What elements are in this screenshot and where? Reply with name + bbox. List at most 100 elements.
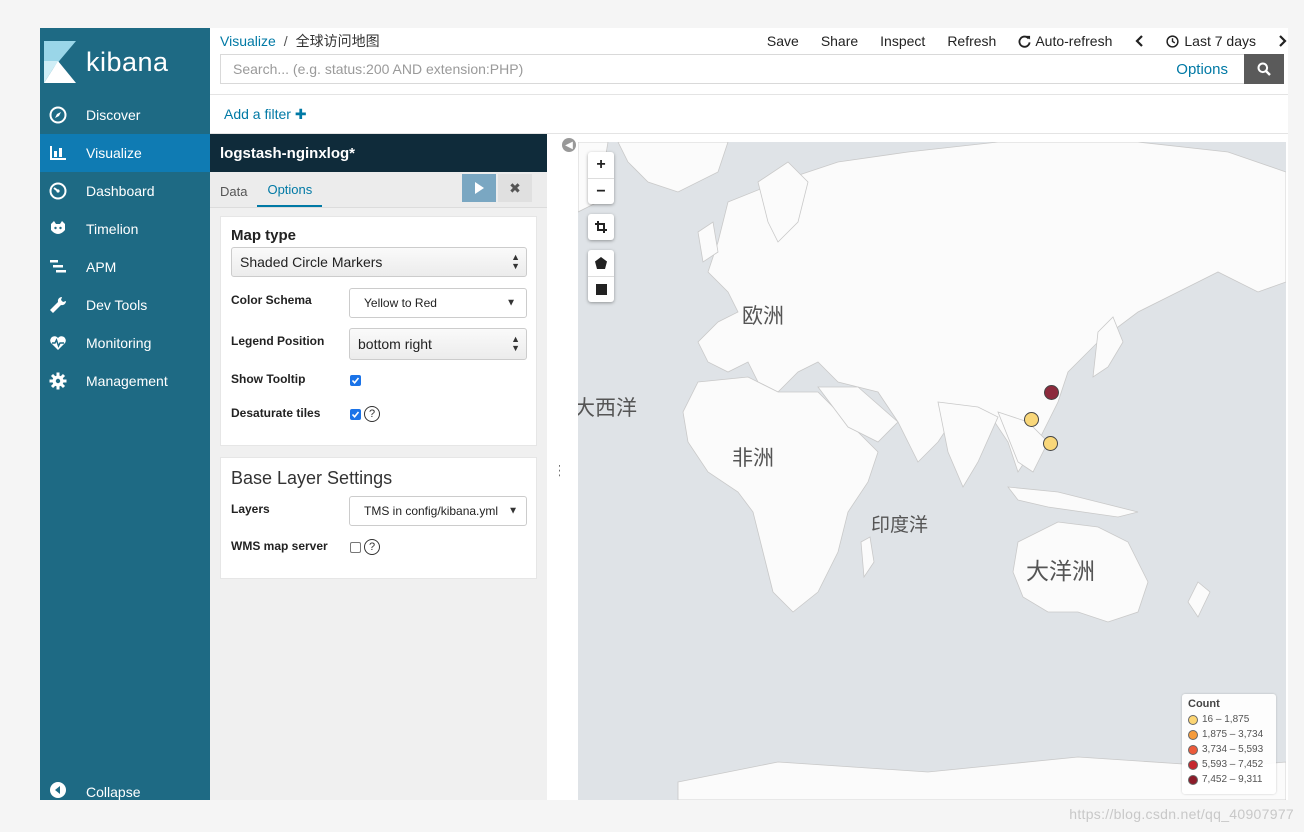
legend-label: 3,734 – 5,593 [1202,744,1264,755]
draw-rectangle-button[interactable] [588,276,614,302]
legend-item: 7,452 – 9,311 [1188,772,1270,787]
map-marker[interactable] [1024,412,1039,427]
color-schema-value: Yellow to Red [364,296,437,310]
map-type-title: Map type [231,227,297,244]
polygon-icon [595,257,607,269]
sidebar-item-label: Visualize [86,145,142,161]
clock-icon [1166,34,1180,48]
legend-item: 5,593 – 7,452 [1188,757,1270,772]
share-button[interactable]: Share [821,33,858,49]
top-actions: Save Share Inspect Refresh Auto-refresh … [745,33,1288,49]
search-options-link[interactable]: Options [1176,61,1228,78]
timelion-icon [48,219,68,239]
layers-select[interactable]: TMS in config/kibana.yml ▼ [349,496,527,526]
legend-label: 1,875 – 3,734 [1202,729,1264,740]
apm-icon [48,257,68,277]
kibana-logo[interactable]: kibana [40,28,210,96]
checkmark-icon [351,377,360,385]
search-button[interactable] [1244,54,1284,84]
legend-swatch [1188,744,1198,755]
sidebar-item-label: Management [86,373,168,389]
world-basemap [578,142,1286,800]
layers-label: Layers [231,502,270,516]
time-next-button[interactable] [1278,35,1288,47]
legend-position-label: Legend Position [231,334,325,348]
tab-data[interactable]: Data [210,184,257,207]
plus-icon: ✚ [294,106,307,122]
desaturate-tiles-checkbox[interactable] [350,409,361,420]
legend-item: 16 – 1,875 [1188,712,1270,727]
fit-data-bounds-button[interactable] [588,214,614,240]
sidebar-item-apm[interactable]: APM [40,248,210,286]
sidebar-item-timelion[interactable]: Timelion [40,210,210,248]
base-layer-panel: Base Layer Settings Layers TMS in config… [220,457,537,579]
help-icon[interactable]: ? [364,539,380,555]
wms-map-server-label: WMS map server [231,539,328,553]
color-schema-select[interactable]: Yellow to Red ▼ [349,288,527,318]
heartbeat-icon [48,333,68,353]
tab-options[interactable]: Options [257,182,323,207]
draw-polygon-button[interactable] [588,250,614,276]
sidebar-item-label: Monitoring [86,335,152,351]
sidebar-item-dashboard[interactable]: Dashboard [40,172,210,210]
discard-changes-button[interactable]: ✖ [498,174,532,202]
sidebar-item-label: Timelion [86,221,139,237]
map-type-value: Shaded Circle Markers [240,254,383,270]
zoom-control: + − [588,152,614,204]
collapse-button[interactable]: Collapse [40,770,210,800]
breadcrumb-visualize[interactable]: Visualize [220,33,276,49]
map-label-oceania: 大洋洲 [1026,559,1095,585]
auto-refresh-button[interactable]: Auto-refresh [1018,33,1112,49]
map-marker[interactable] [1044,385,1059,400]
sidebar-item-visualize[interactable]: Visualize [40,134,210,172]
legend-swatch [1188,759,1198,770]
search-icon [1257,62,1271,76]
wms-map-server-checkbox[interactable] [350,542,361,553]
sidebar: kibana Discover Visualize Dashboard Time… [40,28,210,800]
time-prev-button[interactable] [1134,35,1144,47]
time-picker-button[interactable]: Last 7 days [1166,33,1256,49]
zoom-out-button[interactable]: − [588,178,614,204]
zoom-in-button[interactable]: + [588,152,614,178]
legend-swatch [1188,714,1198,725]
gear-icon [48,371,68,391]
collapse-editor-button[interactable]: ◀ [562,138,576,152]
crop-icon [595,221,607,233]
apply-changes-button[interactable] [462,174,496,202]
wrench-icon [48,295,68,315]
inspect-button[interactable]: Inspect [880,33,925,49]
legend-title: Count [1188,698,1220,710]
time-range-label: Last 7 days [1184,33,1256,49]
add-filter-button[interactable]: Add a filter ✚ [224,106,307,123]
help-icon[interactable]: ? [364,406,380,422]
collapse-label: Collapse [86,784,141,800]
map-marker[interactable] [1043,436,1058,451]
coordinate-map[interactable]: + − 欧洲 大西洋 非洲 印度洋 大洋洲 Count 16 – 1,875 1… [578,142,1286,800]
panel-resize-handle[interactable]: ⋮ [553,463,567,477]
sidebar-item-discover[interactable]: Discover [40,96,210,134]
index-pattern-title: logstash-nginxlog* [210,134,547,172]
map-label-indian-ocean: 印度洋 [871,514,929,536]
sidebar-item-label: Dev Tools [86,297,148,313]
kibana-window: kibana Discover Visualize Dashboard Time… [40,28,1288,800]
collapse-arrow-icon [48,780,68,800]
show-tooltip-checkbox[interactable] [350,375,361,386]
search-input[interactable] [221,55,1177,83]
sidebar-item-label: Discover [86,107,141,123]
editor-tabs: Data Options ✖ [210,172,547,208]
legend-label: 16 – 1,875 [1202,714,1250,725]
sidebar-item-management[interactable]: Management [40,362,210,400]
legend-position-select[interactable]: bottom right ▲ ▼ [349,328,527,360]
breadcrumb-current: 全球访问地图 [295,33,380,49]
desaturate-tiles-label: Desaturate tiles [231,406,321,420]
map-legend: Count 16 – 1,875 1,875 – 3,734 3,734 – 5… [1182,694,1276,794]
map-label-africa: 非洲 [732,446,774,470]
sidebar-item-monitoring[interactable]: Monitoring [40,324,210,362]
fit-bounds-control [588,214,614,240]
save-button[interactable]: Save [767,33,799,49]
draw-control [588,250,614,302]
sidebar-item-dev-tools[interactable]: Dev Tools [40,286,210,324]
map-type-select[interactable]: Shaded Circle Markers ▲ ▼ [231,247,527,277]
refresh-button[interactable]: Refresh [947,33,996,49]
breadcrumb-separator: / [283,33,288,49]
